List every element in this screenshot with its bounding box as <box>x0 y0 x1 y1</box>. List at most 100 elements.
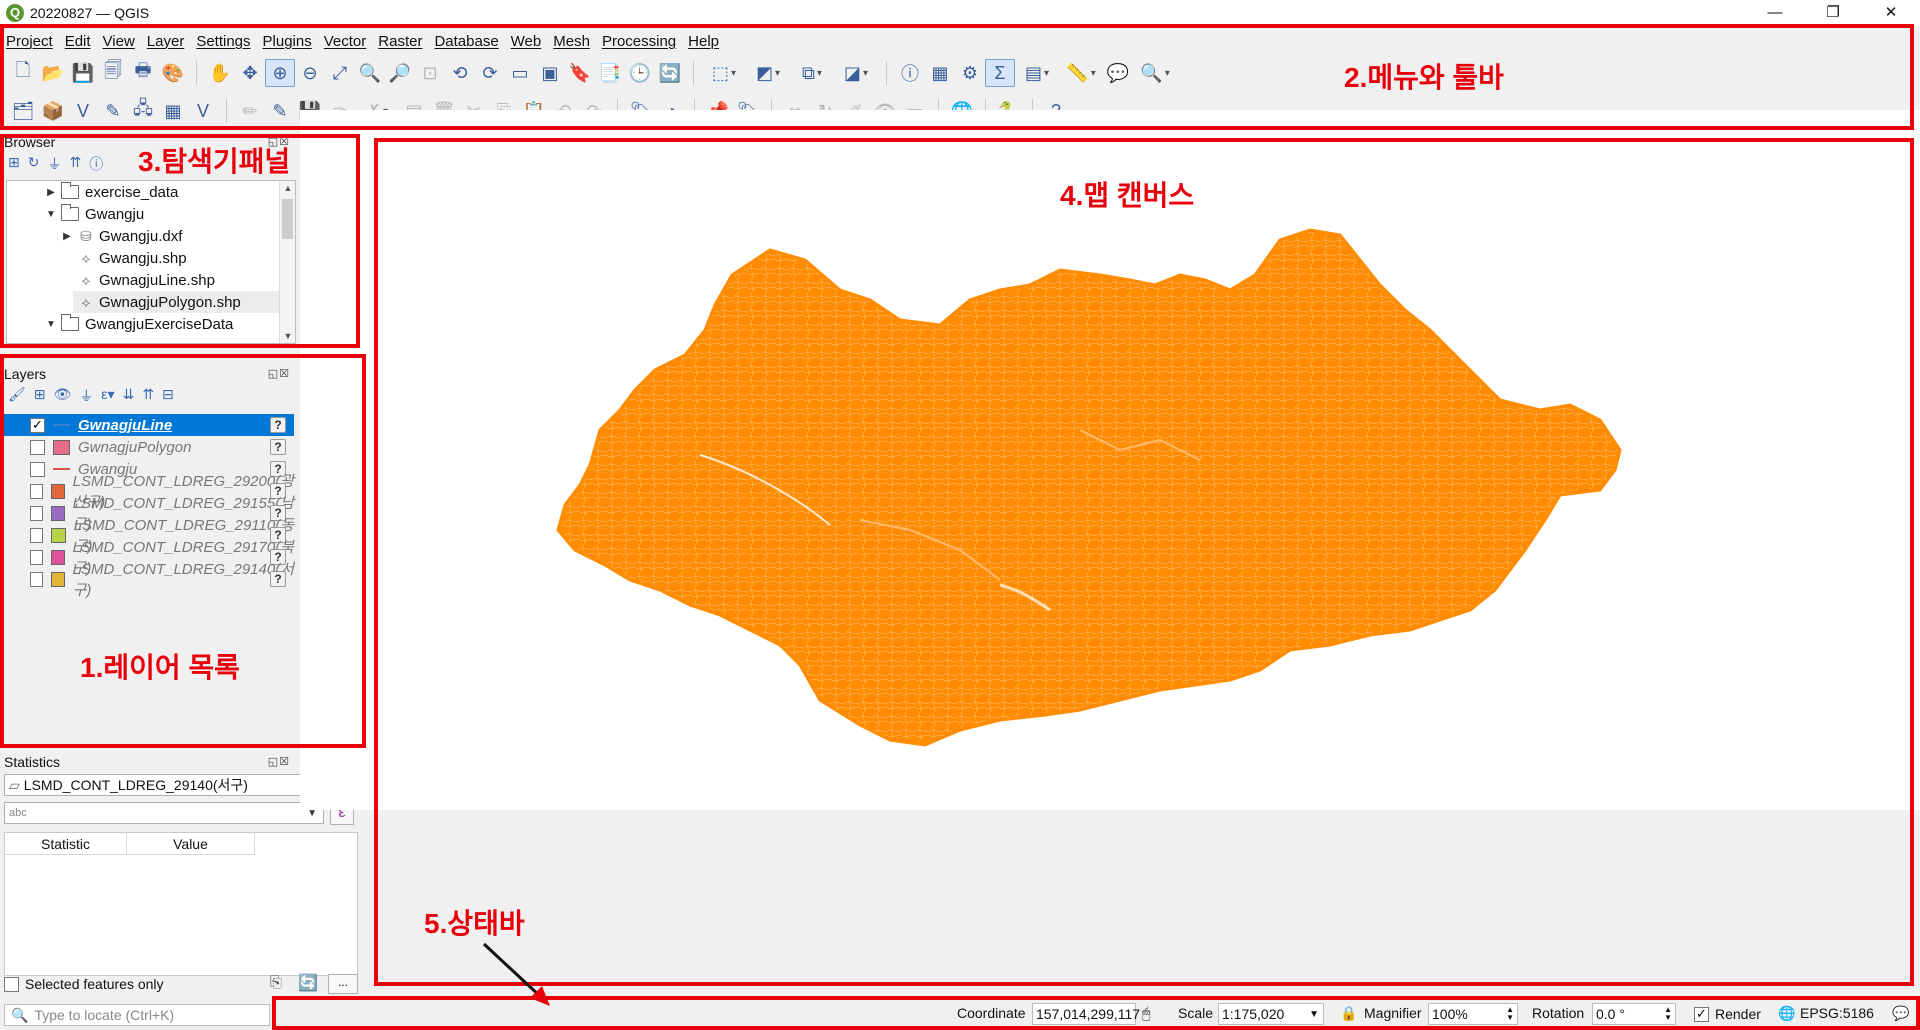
toggle-editing-icon[interactable]: ✎ <box>265 97 295 125</box>
statistics-sigma-icon[interactable]: Σ <box>985 59 1015 87</box>
zoom-full-icon[interactable]: ⤢ <box>325 59 355 87</box>
add-selected-icon[interactable]: ⊞ <box>8 154 20 174</box>
layer-visibility-checkbox[interactable] <box>30 461 45 477</box>
layer-visibility-checkbox[interactable] <box>30 571 43 587</box>
pan-icon[interactable]: ✋ <box>205 59 235 87</box>
menu-mesh[interactable]: Mesh <box>553 33 590 50</box>
layer-visibility-checkbox[interactable]: ✓ <box>30 417 45 433</box>
expand-arrow-icon[interactable]: ▶ <box>61 231 73 242</box>
layer-item-29140[interactable]: LSMD_CONT_LDREG_29140(서구) ? <box>2 561 294 599</box>
filter-icon[interactable]: ⏚ <box>47 154 61 174</box>
tree-item-gwangju-shp[interactable]: ⟡ Gwangju.shp <box>73 247 295 269</box>
pan-to-selection-icon[interactable]: ✥ <box>235 59 265 87</box>
close-button[interactable]: ✕ <box>1862 0 1920 26</box>
unknown-crs-icon[interactable]: ? <box>270 439 286 455</box>
map-canvas[interactable] <box>300 110 1920 810</box>
filter-legend-icon[interactable]: ⏚ <box>79 386 93 406</box>
collapse-arrow-icon[interactable]: ▼ <box>45 209 57 220</box>
more-button[interactable]: ... <box>328 974 358 994</box>
refresh-icon[interactable]: ↻ <box>28 154 40 174</box>
map-tips-icon[interactable]: 💬 <box>1103 59 1133 87</box>
magnifier-field[interactable]: 100% ▲ ▼ <box>1428 1003 1518 1025</box>
attribute-table-icon[interactable]: ▦ <box>925 59 955 87</box>
scroll-down-icon[interactable]: ▼ <box>280 331 295 341</box>
deselect-icon[interactable]: ⧉ <box>790 59 834 87</box>
menu-raster[interactable]: Raster <box>378 33 422 50</box>
filter-expression-icon[interactable]: ε▾ <box>101 386 114 406</box>
new-3d-view-icon[interactable]: ▣ <box>535 59 565 87</box>
print-layout-icon[interactable]: 🖶 <box>128 59 158 87</box>
locator-search[interactable]: 🔍 Type to locate (Ctrl+K) <box>4 1004 270 1026</box>
unknown-crs-icon[interactable]: ? <box>270 417 286 433</box>
locate-icon[interactable]: 🔍 <box>1133 59 1177 87</box>
scroll-up-icon[interactable]: ▲ <box>280 183 295 193</box>
layer-visibility-checkbox[interactable] <box>30 505 43 521</box>
menu-view[interactable]: View <box>103 33 135 50</box>
menu-plugins[interactable]: Plugins <box>263 33 312 50</box>
open-project-icon[interactable]: 📂 <box>38 59 68 87</box>
tree-item-gwnagjuline-shp[interactable]: ⟡ GwnagjuLine.shp <box>73 269 295 291</box>
zoom-out-icon[interactable]: ⊖ <box>295 59 325 87</box>
browser-scrollbar[interactable]: ▲ ▼ <box>279 181 295 343</box>
layer-visibility-checkbox[interactable] <box>30 483 43 499</box>
new-bookmark-icon[interactable]: 🔖 <box>565 59 595 87</box>
refresh-stats-icon[interactable]: 🔄 <box>298 973 318 993</box>
layer-item-gwnagjuline[interactable]: ✓ GwnagjuLine ? <box>2 414 294 436</box>
coordinate-field[interactable]: 157,014,299,117 <box>1032 1003 1140 1025</box>
add-group-icon[interactable]: ⊞ <box>34 386 46 406</box>
new-project-icon[interactable]: 🗋 <box>8 59 38 87</box>
tree-item-gwangju-dxf[interactable]: ▶ ⛁ Gwangju.dxf <box>61 225 295 247</box>
crs-label[interactable]: EPSG:5186 <box>1800 1005 1874 1021</box>
measure-icon[interactable]: 📏 <box>1059 59 1103 87</box>
selected-only-checkbox[interactable] <box>4 976 19 992</box>
select-features-icon[interactable]: ⬚ <box>702 59 746 87</box>
collapse-all-icon[interactable]: ⇈ <box>69 154 81 174</box>
new-map-view-icon[interactable]: ▭ <box>505 59 535 87</box>
messages-icon[interactable]: 💬 <box>1892 1005 1909 1022</box>
save-as-icon[interactable]: 🗐 <box>98 59 128 87</box>
copy-icon[interactable]: ⎘ <box>270 974 282 991</box>
layer-visibility-checkbox[interactable] <box>30 549 43 565</box>
tree-item-gwangju[interactable]: ▼ Gwangju <box>45 203 295 225</box>
render-checkbox[interactable]: ✓ <box>1694 1006 1709 1022</box>
menu-processing[interactable]: Processing <box>602 33 676 50</box>
layer-item-gwnagjupolygon[interactable]: GwnagjuPolygon ? <box>2 436 294 458</box>
add-wms-icon[interactable]: 🖧 <box>128 97 158 125</box>
style-manager-icon[interactable]: 🎨 <box>158 59 188 87</box>
menu-edit[interactable]: Edit <box>65 33 91 50</box>
menu-project[interactable]: Project <box>6 33 53 50</box>
properties-icon[interactable]: ⓘ <box>89 154 103 174</box>
minimize-button[interactable]: — <box>1746 0 1804 26</box>
tree-item-exercise-data[interactable]: ▶ exercise_data <box>45 181 295 203</box>
current-edits-icon[interactable]: ✏ <box>235 97 265 125</box>
zoom-layer-icon[interactable]: 🔎 <box>385 59 415 87</box>
lock-scale-icon[interactable]: 🔒 <box>1340 1005 1357 1022</box>
rotation-field[interactable]: 0.0 ° ▲ ▼ <box>1592 1003 1676 1025</box>
tree-item-gwangjuexercisedata[interactable]: ▼ GwangjuExerciseData <box>45 313 295 335</box>
expand-all-icon[interactable]: ⇊ <box>123 386 135 406</box>
menu-layer[interactable]: Layer <box>147 33 185 50</box>
select-by-value-icon[interactable]: ◩ <box>746 59 790 87</box>
layer-styling-icon[interactable]: 🖌 <box>8 386 26 406</box>
add-virtual-icon[interactable]: V <box>188 97 218 125</box>
collapse-arrow-icon[interactable]: ▼ <box>45 319 57 330</box>
statistics-panel-controls[interactable]: ◱☒ <box>268 755 290 768</box>
add-delimited-icon[interactable]: ✎ <box>98 97 128 125</box>
identify-icon[interactable]: ⓘ <box>895 59 925 87</box>
select-by-location-icon[interactable]: ◪ <box>834 59 878 87</box>
zoom-selection-icon[interactable]: 🔍 <box>355 59 385 87</box>
refresh-icon[interactable]: 🔄 <box>655 59 685 87</box>
add-vector-icon[interactable]: V <box>68 97 98 125</box>
layers-panel-controls[interactable]: ◱☒ <box>268 367 290 380</box>
field-calculator-icon[interactable]: ⚙ <box>955 59 985 87</box>
restore-button[interactable]: ❐ <box>1804 0 1862 26</box>
toggle-extents-icon[interactable]: 🖱 <box>1142 1005 1150 1022</box>
statistics-field-select[interactable]: abc ▼ <box>4 802 324 824</box>
menu-vector[interactable]: Vector <box>324 33 367 50</box>
zoom-last-icon[interactable]: ⟲ <box>445 59 475 87</box>
tree-item-gwnagjupolygon-shp[interactable]: ⟡ GwnagjuPolygon.shp <box>73 291 295 313</box>
zoom-next-icon[interactable]: ⟳ <box>475 59 505 87</box>
show-bookmarks-icon[interactable]: 📑 <box>595 59 625 87</box>
zoom-native-icon[interactable]: ⊡ <box>415 59 445 87</box>
expand-arrow-icon[interactable]: ▶ <box>45 187 57 198</box>
